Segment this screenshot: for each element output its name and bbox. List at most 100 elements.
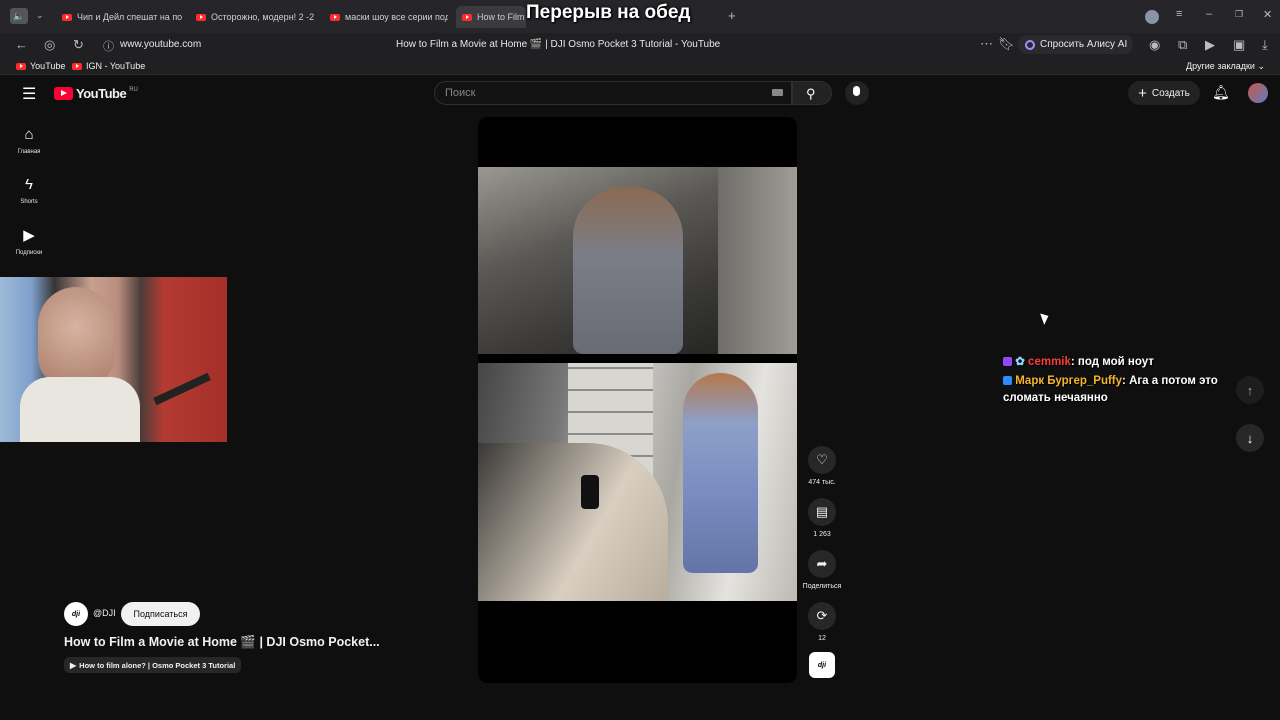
youtube-logo-icon: [54, 87, 73, 100]
more-icon[interactable]: ⋯: [980, 36, 993, 52]
door: [718, 167, 797, 354]
remix-button[interactable]: ⟳ 12: [799, 602, 845, 642]
tab[interactable]: Осторожно, модерн! 2 -2: [196, 6, 316, 28]
media-icon[interactable]: ▶: [1205, 37, 1215, 53]
vk-play-icon: [1003, 376, 1012, 385]
camera-operator: [478, 443, 668, 601]
youtube-favicon-icon: [16, 62, 26, 70]
sidebar-item-subscriptions[interactable]: ▶ Подписки: [6, 226, 52, 256]
playlist-chip[interactable]: ▶ How to film alone? | Osmo Pocket 3 Tuto…: [64, 657, 242, 673]
alice-button[interactable]: Спросить Алису AI: [1018, 35, 1133, 54]
microphone-arm: [153, 372, 211, 406]
site-info-icon[interactable]: ⓘ: [103, 38, 114, 54]
like-heart-icon: ♡: [808, 446, 836, 474]
arrow-up-icon: ↑: [1246, 382, 1254, 398]
arrow-down-icon: ↓: [1246, 430, 1254, 446]
subscribe-button[interactable]: Подписаться: [121, 602, 200, 626]
menu-icon[interactable]: ≡: [1176, 8, 1182, 20]
profile-icon[interactable]: [1145, 10, 1159, 24]
search-icon: ⚲: [806, 86, 816, 101]
search-input[interactable]: Поиск: [434, 81, 792, 105]
back-icon[interactable]: ←: [15, 37, 28, 52]
tab[interactable]: Чип и Дейл спешат на по: [62, 6, 182, 28]
mouse-cursor-icon: [1040, 311, 1051, 325]
channel-thumbnail[interactable]: dji: [809, 652, 835, 678]
youtube-logo[interactable]: YouTube RU: [54, 86, 138, 101]
share-button[interactable]: ➦ Поделиться: [794, 550, 850, 590]
bookmark-label: YouTube: [30, 61, 66, 71]
bookmark-youtube[interactable]: YouTube: [16, 61, 65, 71]
sidebar-item-home[interactable]: ⌂ Главная: [6, 126, 52, 155]
comments-button[interactable]: ▤ 1 263: [799, 498, 845, 538]
previous-short-button[interactable]: ↑: [1236, 376, 1264, 404]
chat-text: : под мой ноут: [1070, 356, 1154, 368]
other-bookmarks-label: Другие закладки: [1186, 61, 1255, 71]
remix-icon: ⟳: [808, 602, 836, 630]
chat-message: Марк Бургер_Puffy: Ага а потом это слома…: [1003, 373, 1255, 407]
youtube-favicon-icon: [330, 13, 340, 21]
bookmark-icon[interactable]: 🔖︎: [998, 36, 1015, 52]
address-bar-row: ← ◎ ↻ ⓘ www.youtube.com How to Film a Mo…: [0, 33, 1280, 57]
playlist-label: How to film alone? | Osmo Pocket 3 Tutor…: [79, 660, 236, 670]
streamer-face: [38, 287, 114, 387]
new-tab-icon[interactable]: +: [728, 8, 736, 23]
share-icon: ➦: [808, 550, 836, 578]
alice-label: Спросить Алису AI: [1040, 39, 1128, 50]
minimize-icon[interactable]: –: [1206, 8, 1212, 20]
sidebar-item-label: Главная: [17, 149, 41, 155]
extensions-icon[interactable]: ⧉: [1178, 37, 1187, 53]
chat-username: Марк Бургер_Puffy: [1015, 375, 1123, 387]
reload-icon[interactable]: ↻: [73, 37, 84, 53]
other-bookmarks[interactable]: Другие закладки ⌄: [1186, 61, 1265, 72]
bookmark-label: IGN - YouTube: [86, 61, 146, 71]
short-title[interactable]: How to Film a Movie at Home 🎬 | DJI Osmo…: [64, 635, 380, 650]
like-count: 474 тыс.: [808, 479, 836, 486]
badge-icon: ✿: [1015, 356, 1025, 368]
search-button[interactable]: ⚲: [792, 81, 832, 105]
account-avatar[interactable]: [1248, 83, 1268, 103]
comment-icon: ▤: [808, 498, 836, 526]
lightbulb-icon[interactable]: ◉: [1149, 37, 1160, 53]
plus-icon: +: [1138, 84, 1147, 102]
restore-icon[interactable]: ❐: [1235, 9, 1243, 20]
streamer-shirt: [20, 377, 140, 442]
hamburger-menu-icon[interactable]: ☰: [22, 84, 36, 104]
shorts-icon: ϟ: [25, 176, 33, 193]
video-frame-bottom: [478, 363, 797, 601]
keyboard-icon[interactable]: [772, 89, 783, 96]
channel-avatar[interactable]: dji: [64, 602, 88, 626]
tab-label: Чип и Дейл спешат на по: [77, 12, 182, 22]
tab[interactable]: маски шоу все серии под: [330, 6, 448, 28]
channel-handle[interactable]: @DJI: [93, 608, 116, 618]
bookmark-ign[interactable]: IGN - YouTube: [72, 61, 145, 71]
close-icon[interactable]: ✕: [1263, 8, 1272, 21]
address-bar-url[interactable]: www.youtube.com: [120, 39, 201, 50]
bookmarks-bar: YouTube IGN - YouTube Другие закладки ⌄: [0, 57, 1280, 75]
next-short-button[interactable]: ↓: [1236, 424, 1264, 452]
voice-search-button[interactable]: [845, 81, 869, 105]
tab-label: Осторожно, модерн! 2 -2: [211, 12, 315, 22]
sidebar-item-shorts[interactable]: ϟ Shorts: [6, 176, 52, 205]
tab-label: How to Film: [477, 12, 525, 22]
person-figure: [573, 187, 683, 354]
create-button[interactable]: + Создать: [1128, 81, 1200, 105]
comment-count: 1 263: [813, 531, 831, 538]
chevron-down-icon[interactable]: ⌄: [36, 10, 44, 21]
search-placeholder: Поиск: [445, 87, 476, 99]
tab-label: маски шоу все серии под: [345, 12, 448, 22]
collections-icon[interactable]: ▣: [1233, 37, 1245, 53]
like-button[interactable]: ♡ 474 тыс.: [799, 446, 845, 486]
shield-icon[interactable]: ◎: [44, 37, 55, 53]
sidebar-item-label: Подписки: [15, 250, 43, 256]
shorts-video-player[interactable]: [478, 117, 797, 683]
sidebar-item-label: Shorts: [20, 199, 38, 205]
speaker-icon[interactable]: 🔈: [10, 8, 28, 24]
tab-active[interactable]: How to Film: [456, 6, 526, 28]
stream-overlay-title: Перерыв на обед: [526, 2, 691, 23]
create-label: Создать: [1151, 87, 1190, 99]
youtube-favicon-icon: [72, 62, 82, 70]
share-label: Поделиться: [802, 583, 842, 590]
notifications-bell-icon[interactable]: 🔔︎: [1212, 84, 1230, 101]
download-icon[interactable]: ⤓: [1262, 37, 1268, 53]
alice-icon: [1025, 39, 1035, 50]
